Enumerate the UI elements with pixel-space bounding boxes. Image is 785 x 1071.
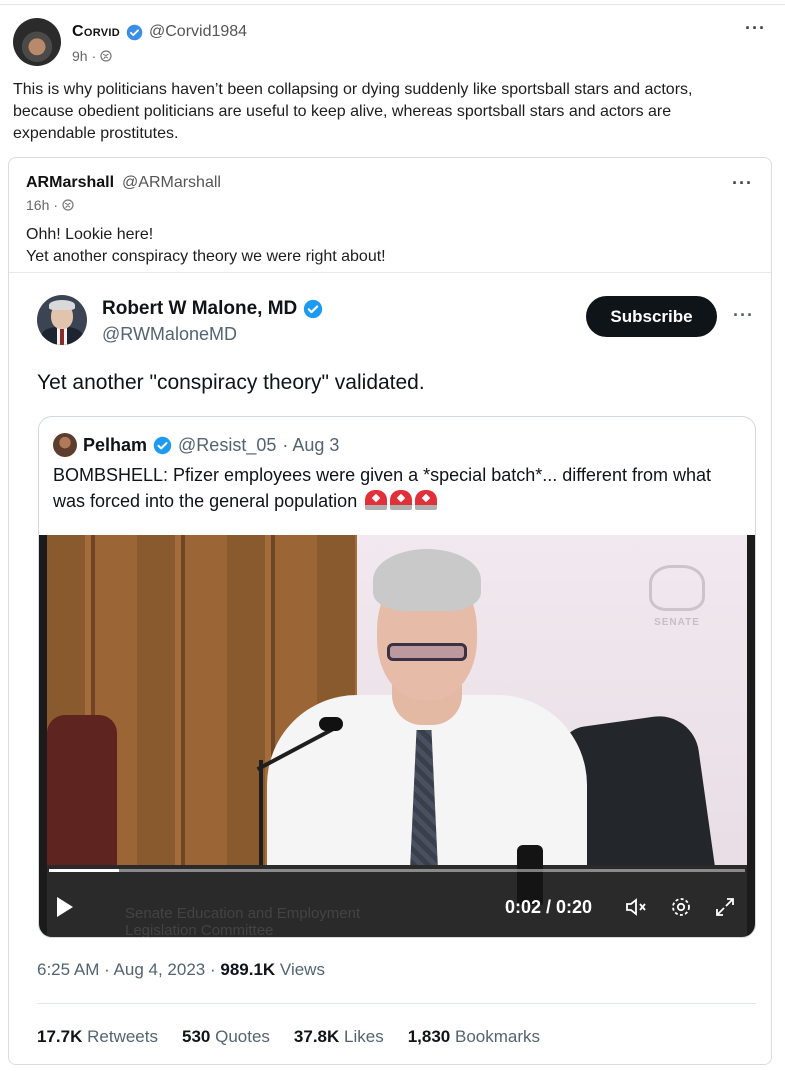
inner-quote-avatar [53, 433, 77, 457]
video-caption: Senate Education and Employment Legislat… [125, 905, 361, 938]
author-handle[interactable]: @Corvid1984 [149, 23, 247, 41]
microphone-head [319, 717, 343, 731]
quoted-time[interactable]: 16h [26, 197, 49, 213]
embedded-author-name: Robert W Malone, MD [102, 298, 298, 319]
embedded-author-line: Robert W Malone, MD [102, 298, 323, 320]
stat-count: 1,830 [407, 1027, 451, 1046]
video-progress-fill [49, 869, 119, 872]
embedded-tweet-text: Yet another "conspiracy theory" validate… [37, 371, 425, 394]
engagement-stats: 17.7K Retweets 530 Quotes 37.8K Likes 1,… [37, 1027, 540, 1047]
stat-label: Likes [344, 1027, 384, 1046]
embedded-tweet-image[interactable]: Robert W Malone, MD @RWMaloneMD Subscrib… [9, 273, 771, 1064]
quoted-post-card[interactable]: ARMarshall @ARMarshall 16h · ··· Ohh! Lo… [8, 157, 772, 1065]
stat-count: 530 [181, 1027, 211, 1046]
chair [47, 715, 117, 875]
embedded-avatar [37, 295, 87, 345]
tweet-timestamp: 6:25 AM · Aug 4, 2023 · 989.1K Views [37, 960, 325, 980]
quoted-author-line: ARMarshall @ARMarshall [26, 174, 221, 192]
siren-icon [365, 490, 388, 510]
play-icon [57, 897, 73, 917]
inner-quote-text-block: BOMBSHELL: Pfizer employees were given a… [53, 462, 743, 514]
stat-retweets: 17.7K Retweets [37, 1027, 158, 1047]
mute-icon [626, 898, 646, 916]
views-count: 989.1K [220, 960, 276, 979]
top-divider [0, 4, 785, 5]
quoted-text: Ohh! Lookie here! Yet another conspiracy… [26, 224, 386, 268]
stat-quotes: 530 Quotes [182, 1027, 270, 1047]
inner-quote-header: Pelham @Resist_05 · Aug 3 [53, 433, 339, 457]
post-meta: 9h · [72, 48, 112, 64]
more-options-icon[interactable]: ··· [745, 18, 766, 39]
embedded-author-handle: @RWMaloneMD [102, 324, 237, 344]
caption-line: Senate Education and Employment [125, 905, 361, 922]
quoted-author-name[interactable]: ARMarshall [26, 174, 114, 192]
glasses [387, 643, 467, 661]
crest-emblem-icon [649, 565, 705, 611]
bottle [517, 845, 543, 905]
post-time[interactable]: 9h [72, 48, 88, 64]
video-frame: SENATE Senate Education and Employment L… [47, 535, 747, 938]
verified-badge-icon [304, 299, 323, 319]
video-progress-bar [49, 869, 745, 872]
verified-badge-icon [126, 24, 143, 40]
crest-label: SENATE [654, 617, 700, 628]
quoted-author-handle[interactable]: @ARMarshall [122, 174, 221, 192]
stat-label: Retweets [87, 1027, 158, 1046]
person-hair [373, 549, 481, 611]
siren-icon [415, 490, 438, 510]
siren-icon [390, 490, 413, 510]
post-header: Corvid @Corvid1984 9h · ··· [13, 18, 772, 68]
inner-quote-handle: @Resist_05 [178, 434, 277, 455]
avatar[interactable] [13, 18, 61, 66]
globe-icon [100, 50, 112, 62]
author-name[interactable]: Corvid [72, 23, 120, 41]
inner-quote-card: Pelham @Resist_05 · Aug 3 BOMBSHELL: Pfi… [38, 416, 756, 938]
stat-likes: 37.8K Likes [294, 1027, 384, 1047]
post-text: This is why politicians haven’t been col… [13, 81, 693, 142]
stats-divider [37, 1003, 756, 1004]
settings-gear-icon [672, 898, 690, 916]
caption-line: Legislation Committee [125, 922, 274, 938]
video-time: 0:02 / 0:20 [505, 897, 593, 917]
quoted-text-line: Yet another conspiracy theory we were ri… [26, 248, 386, 265]
video-player: SENATE Senate Education and Employment L… [39, 535, 755, 938]
quoted-meta: 16h · [26, 197, 74, 213]
stat-bookmarks: 1,830 Bookmarks [408, 1027, 540, 1047]
globe-icon [62, 199, 74, 211]
stat-count: 17.7K [37, 1027, 83, 1046]
author-line: Corvid @Corvid1984 [72, 23, 247, 41]
embedded-more-options-icon: ··· [733, 305, 754, 325]
stat-label: Quotes [215, 1027, 270, 1046]
inner-quote-date: · Aug 3 [282, 434, 340, 455]
quoted-more-options-icon[interactable]: ··· [732, 173, 753, 194]
stat-label: Bookmarks [454, 1027, 541, 1046]
verified-badge-icon [153, 436, 172, 454]
stat-count: 37.8K [293, 1027, 340, 1046]
inner-quote-author-name: Pelham [83, 434, 148, 455]
views-label: Views [279, 960, 325, 979]
microphone-stand [259, 760, 263, 880]
quoted-text-line: Ohh! Lookie here! [26, 226, 154, 243]
meta-separator: · [91, 48, 97, 64]
meta-separator: · [53, 197, 59, 213]
fullscreen-icon [716, 898, 734, 916]
senate-crest: SENATE [637, 565, 717, 645]
subscribe-button: Subscribe [586, 296, 717, 337]
timestamp-text: 6:25 AM · Aug 4, 2023 · [37, 960, 216, 979]
